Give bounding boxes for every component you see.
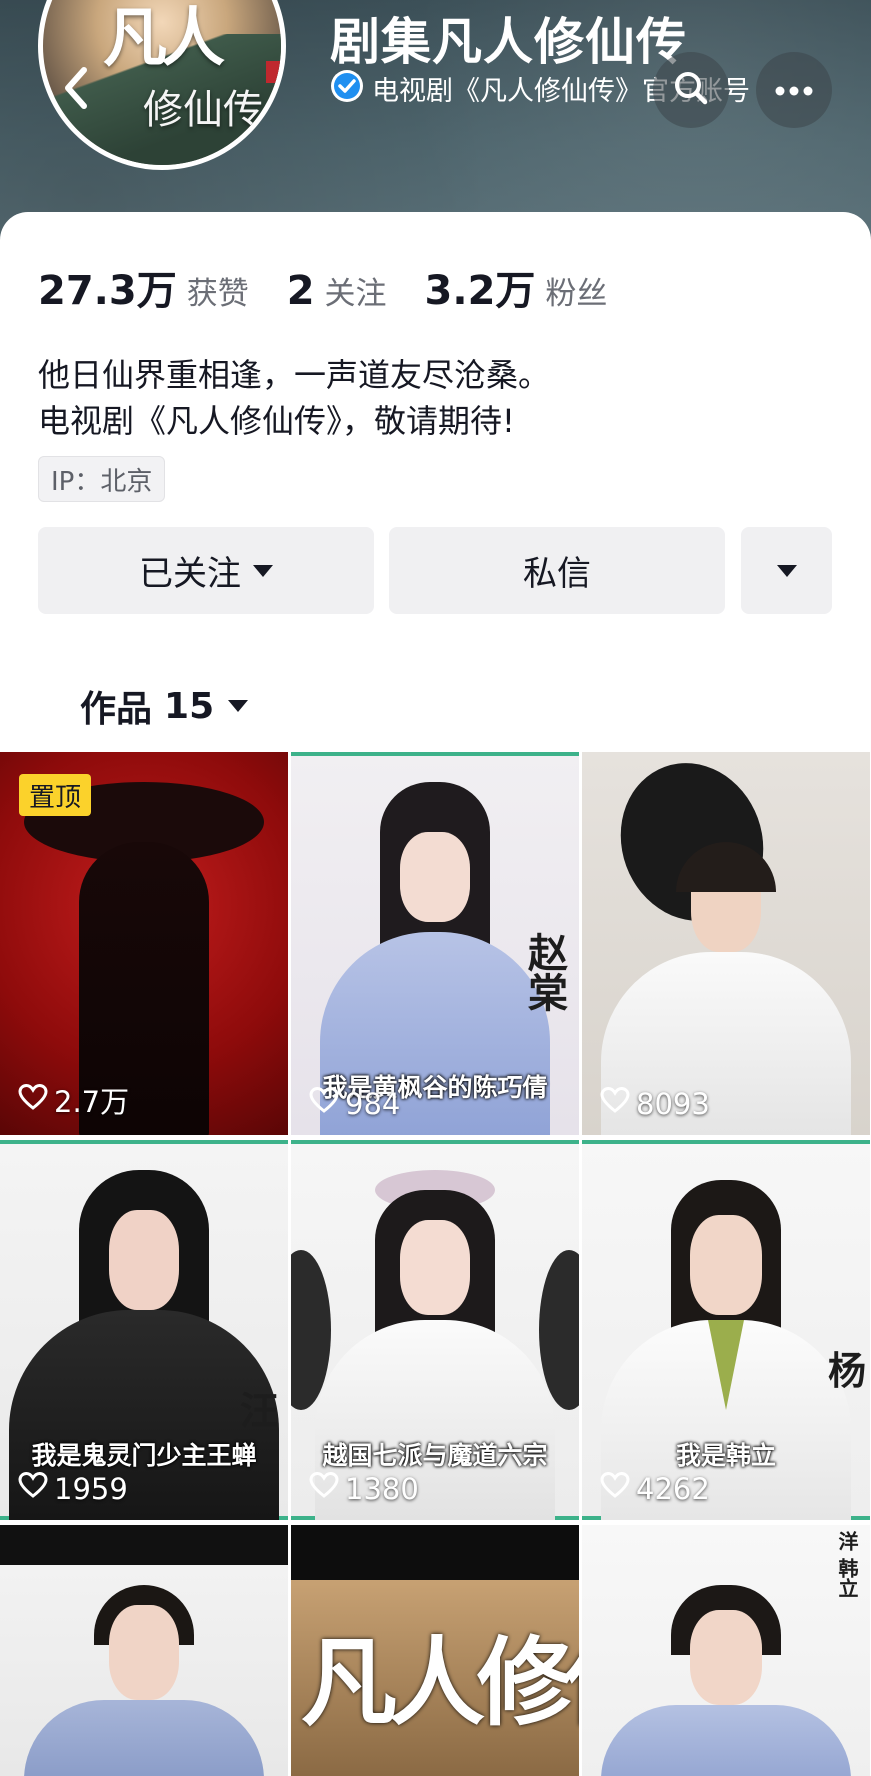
more-button[interactable]: [756, 52, 832, 128]
ip-location-tag: IP：北京: [38, 456, 166, 502]
followers-label[interactable]: 粉丝: [545, 268, 607, 313]
face-shape: [400, 832, 470, 922]
heart-icon: [18, 1471, 54, 1506]
side-calligraphy: 杨: [827, 1348, 866, 1393]
title-calligraphy: 凡人修仙: [301, 1626, 579, 1739]
profile-name: 剧集凡人修仙传: [330, 13, 687, 71]
pinned-badge: 置顶: [19, 774, 92, 816]
works-count: 15: [164, 685, 215, 727]
works-label: 作品: [80, 689, 153, 730]
video-tile[interactable]: 置顶 2.7万: [0, 752, 288, 1135]
search-button[interactable]: [653, 52, 729, 128]
likes-count: 1380: [345, 1471, 419, 1506]
likes-count: 4262: [636, 1471, 710, 1506]
likes-count: 984: [345, 1086, 401, 1121]
robe-shape: [601, 1705, 851, 1776]
likes-count: 1959: [54, 1471, 128, 1506]
side-calligraphy: 洋 韩立: [835, 1531, 859, 1598]
bio-line: 他日仙界重相逢，一声道友尽沧桑。: [38, 356, 551, 394]
video-likes: 1380: [309, 1471, 419, 1506]
avatar-seal: [266, 61, 280, 83]
search-icon: [671, 68, 711, 112]
back-button[interactable]: [38, 52, 114, 128]
works-tab[interactable]: 作品 15: [80, 680, 249, 732]
video-likes: 4262: [600, 1471, 710, 1506]
likes-label: 获赞: [186, 276, 249, 312]
avatar-title: 凡人: [103, 1, 225, 76]
heart-icon: [309, 1086, 345, 1121]
video-caption: 我是韩立: [675, 1441, 776, 1470]
side-calligraphy: 赵棠: [521, 932, 568, 1012]
chevron-left-icon: [58, 64, 94, 116]
bio: 他日仙界重相逢，一声道友尽沧桑。 电视剧《凡人修仙传》，敬请期待!: [38, 352, 550, 444]
caret-down-icon: [253, 564, 273, 577]
video-tile[interactable]: 越国七派与魔道六宗 1380: [291, 1140, 579, 1520]
video-tile[interactable]: 8093: [582, 752, 870, 1135]
face-shape: [400, 1220, 470, 1315]
video-tile[interactable]: [0, 1525, 288, 1776]
video-likes: 2.7万: [18, 1079, 129, 1121]
bio-line: 电视剧《凡人修仙传》，敬请期待!: [38, 402, 515, 440]
more-dots-icon: [774, 81, 814, 100]
face-shape: [109, 1605, 179, 1700]
message-label: 私信: [523, 554, 591, 594]
video-likes: 8093: [600, 1086, 710, 1121]
side-calligraphy: 汪: [239, 1388, 278, 1433]
caret-down-icon: [776, 564, 797, 577]
heart-icon: [600, 1471, 636, 1506]
following-label[interactable]: 关注: [325, 268, 387, 313]
likes-count: 8093: [636, 1086, 710, 1121]
caret-down-icon: [228, 700, 249, 712]
video-tile[interactable]: 赵棠 我是黄枫谷的陈巧倩 984: [291, 752, 579, 1135]
verified-check-icon: [330, 69, 364, 107]
likes-count: 27.3万: [38, 268, 177, 314]
video-likes: 984: [309, 1086, 400, 1121]
face-shape: [690, 1215, 762, 1315]
face-shape: [109, 1210, 179, 1310]
followed-button[interactable]: 已关注: [38, 527, 374, 614]
heart-icon: [18, 1083, 54, 1118]
avatar-subtitle: 修仙传: [143, 87, 263, 133]
video-tile[interactable]: 汪 我是鬼灵门少主王蝉 1959: [0, 1140, 288, 1520]
following-count[interactable]: 2: [287, 268, 315, 314]
video-caption: 越国七派与魔道六宗: [322, 1441, 548, 1470]
followers-count[interactable]: 3.2万: [425, 258, 536, 316]
video-likes: 1959: [18, 1471, 128, 1506]
recommend-toggle-button[interactable]: [741, 527, 832, 614]
likes-count: 2.7万: [54, 1085, 130, 1119]
video-tile[interactable]: 洋 韩立: [582, 1525, 870, 1776]
heart-icon: [600, 1086, 636, 1121]
followed-label: 已关注: [139, 554, 241, 594]
profile-stats: 27.3万 获赞 2 关注 3.2万 粉丝: [38, 258, 645, 316]
video-tile[interactable]: 凡人修仙: [291, 1525, 579, 1776]
video-tile[interactable]: 杨 我是韩立 4262: [582, 1140, 870, 1520]
video-caption: 我是鬼灵门少主王蝉: [31, 1441, 257, 1470]
message-button[interactable]: 私信: [389, 527, 725, 614]
heart-icon: [309, 1471, 345, 1506]
face-shape: [690, 1610, 762, 1705]
